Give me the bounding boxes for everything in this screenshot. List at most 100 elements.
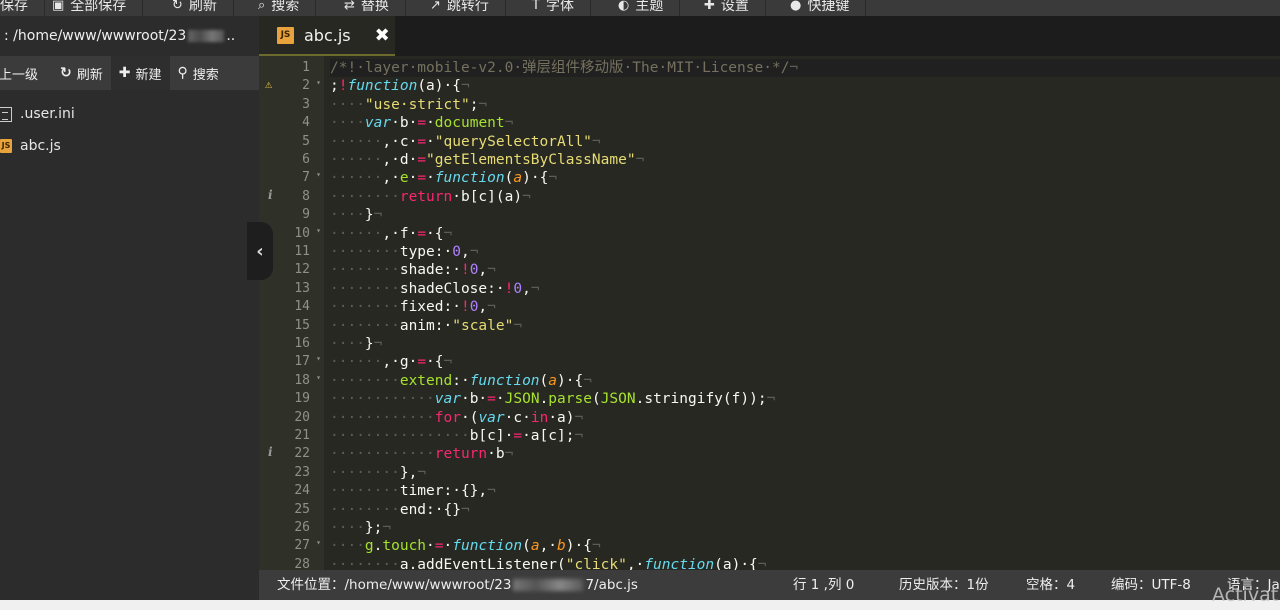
line-number: 12 — [294, 262, 310, 278]
code-token: "use·strict" — [364, 96, 470, 113]
menu-theme[interactable]: ◐ 主题 — [604, 0, 681, 16]
line-number: 19 — [294, 391, 310, 407]
go-up-button[interactable]: 上一级 — [0, 56, 52, 90]
jump-icon: ↗ — [430, 0, 441, 13]
info-icon[interactable]: i — [268, 188, 273, 202]
code-line[interactable]: ········timer:·{},¬ — [330, 482, 496, 500]
menu-font[interactable]: T 字体 — [518, 0, 591, 16]
document-icon — [0, 106, 12, 122]
code-line[interactable]: ······,·c·=·"querySelectorAll"¬ — [330, 133, 601, 151]
code-line[interactable]: ········},¬ — [330, 464, 426, 482]
code-line[interactable]: ;!function(a)·{¬ — [330, 77, 470, 95]
code-token: ······ — [330, 170, 383, 187]
fold-arrow-icon[interactable]: ▾ — [316, 373, 321, 382]
fold-arrow-icon[interactable]: ▾ — [316, 354, 321, 363]
code-line[interactable]: ····var·b·=·document¬ — [330, 114, 513, 132]
line-number: 2 — [302, 78, 310, 94]
code-token: ¬ — [513, 317, 523, 334]
code-line[interactable]: ················b[c]·=·a[c];¬ — [330, 427, 583, 445]
menu-replace[interactable]: ⇄ 替换 — [330, 0, 406, 16]
gutter-line: 24 — [259, 482, 324, 500]
fold-arrow-icon[interactable]: ▾ — [316, 78, 321, 87]
menu-save-all[interactable]: ▣ 全部保存 — [38, 0, 144, 16]
code-line[interactable]: ······,·e·=·function(a)·{¬ — [330, 169, 557, 187]
code-token: fixed:· — [399, 299, 461, 316]
cursor-position[interactable]: 行 1 ,列 0 — [793, 570, 854, 600]
code-token: "getElementsByClassName" — [426, 152, 636, 168]
code-token: shadeClose:· — [399, 280, 505, 297]
code-line[interactable]: ····};¬ — [330, 519, 391, 537]
close-icon[interactable]: ✖ — [375, 25, 390, 46]
code-line[interactable]: ······,·g·=·{¬ — [330, 353, 452, 371]
collapse-sidebar-handle[interactable]: ‹ — [247, 222, 273, 280]
code-line[interactable]: ············return·b¬ — [330, 445, 513, 463]
info-icon[interactable]: i — [268, 445, 273, 459]
history-versions[interactable]: 历史版本：1份 — [899, 570, 989, 600]
code-token: = — [417, 133, 427, 150]
menu-refresh[interactable]: ↻ 刷新 — [158, 0, 234, 16]
code-line[interactable]: ····g.touch·=·function(a,·b)·{¬ — [330, 537, 601, 555]
code-token: 0 — [513, 280, 523, 297]
code-token: var — [434, 391, 461, 408]
code-token: ············ — [330, 409, 435, 426]
code-token: for — [434, 409, 461, 426]
code-token: ······ — [330, 354, 383, 371]
code-line[interactable]: ········end:·{}¬ — [330, 501, 470, 519]
code-token: ·b[c](a) — [452, 188, 523, 205]
code-editor[interactable]: /*!·layer·mobile-v2.0·弹层组件移动版·The·MIT·Li… — [330, 56, 1280, 570]
fold-arrow-icon[interactable]: ▾ — [316, 170, 321, 179]
code-line[interactable]: ········return·b[c](a)¬ — [330, 188, 531, 206]
line-number: 27 — [294, 538, 310, 554]
menu-jump-line[interactable]: ↗ 跳转行 — [416, 0, 506, 16]
tab-abc-js[interactable]: JS abc.js ✖ — [259, 16, 395, 56]
code-line[interactable]: ············var·b·=·JSON.parse(JSON.stri… — [330, 390, 775, 408]
code-token: ¬ — [443, 225, 453, 242]
line-number: 11 — [294, 244, 310, 259]
code-token: ¬ — [478, 96, 488, 113]
code-line[interactable]: ····}¬ — [330, 206, 382, 224]
code-token: }, — [399, 464, 418, 481]
line-number: 25 — [294, 501, 310, 517]
menu-shortcuts[interactable]: ● 快捷键 — [776, 0, 867, 16]
indent-spaces[interactable]: 空格：4 — [1026, 570, 1075, 600]
gutter-line: 13 — [259, 280, 324, 298]
code-token: shade:· — [399, 262, 461, 279]
code-line[interactable]: ········shade:·!0,¬ — [330, 261, 496, 279]
file-item-abc-js[interactable]: JS abc.js — [0, 130, 259, 162]
code-token: ¬ — [373, 207, 383, 224]
code-token: ,· — [626, 556, 645, 570]
code-line[interactable]: ········a.addEventListener("click",·func… — [330, 556, 767, 570]
code-token: ,·g· — [382, 354, 418, 371]
code-line[interactable]: ····"use·strict";¬ — [330, 96, 487, 114]
code-line[interactable]: ······,·f·=·{¬ — [330, 225, 452, 243]
gutter-line: 21 — [259, 427, 324, 445]
file-item-user-ini[interactable]: .user.ini — [0, 98, 259, 130]
fold-arrow-icon[interactable]: ▾ — [316, 538, 321, 547]
code-line[interactable]: ········extend:·function(a)·{¬ — [330, 372, 592, 390]
fold-arrow-icon[interactable]: ▾ — [316, 226, 321, 235]
code-line[interactable]: ········anim:·"scale"¬ — [330, 317, 522, 335]
code-token: )·{ — [565, 538, 592, 555]
code-line[interactable]: ········type:·0,¬ — [330, 243, 478, 261]
code-line[interactable]: ····}¬ — [330, 335, 382, 353]
warning-icon[interactable]: ⚠ — [265, 77, 272, 91]
code-token: anim:· — [399, 317, 453, 334]
search-button[interactable]: ⚲ 搜索 — [170, 56, 227, 90]
line-number: 18 — [294, 372, 310, 388]
menu-search[interactable]: ⌕ 搜索 — [244, 0, 317, 16]
code-line[interactable]: ······,·d·="getElementsByClassName"¬ — [330, 151, 644, 169]
gutter-line: 4 — [259, 114, 324, 132]
code-token: ¬ — [469, 244, 479, 260]
refresh-button[interactable]: ↻ 刷新 — [52, 56, 111, 90]
code-line[interactable]: ········shadeClose:·!0,¬ — [330, 280, 540, 298]
menu-settings[interactable]: ✚ 设置 — [690, 0, 766, 16]
code-line[interactable]: /*!·layer·mobile-v2.0·弹层组件移动版·The·MIT·Li… — [330, 59, 1280, 78]
code-line[interactable]: ········fixed:·!0,¬ — [330, 298, 496, 316]
line-number: 21 — [294, 428, 310, 443]
line-number: 23 — [294, 464, 310, 480]
new-file-button[interactable]: ✚ 新建 — [110, 56, 170, 90]
code-line[interactable]: ············for·(var·c·in·a)¬ — [330, 409, 583, 427]
code-token: ! — [460, 299, 470, 316]
line-number: 17 — [294, 354, 310, 370]
file-encoding[interactable]: 编码：UTF-8 — [1111, 570, 1191, 600]
